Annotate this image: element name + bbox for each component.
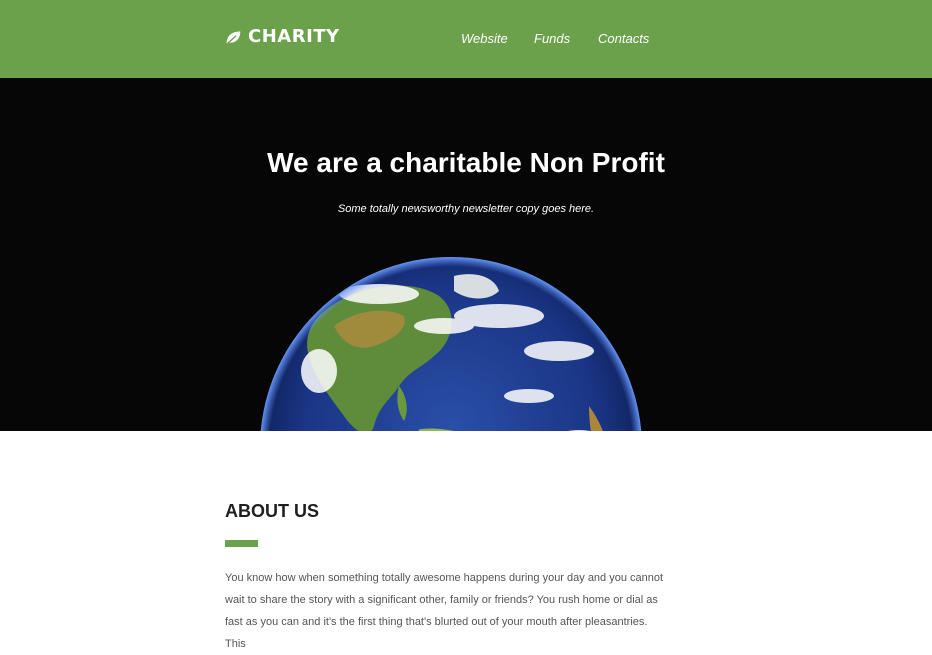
about-accent-bar — [225, 540, 258, 547]
header-bar: CHARITY Website Funds Contacts — [0, 0, 932, 78]
hero-section: We are a charitable Non Profit Some tota… — [0, 78, 932, 431]
about-body-text: You know how when something totally awes… — [225, 572, 664, 650]
about-heading: ABOUT US — [225, 501, 319, 521]
hero-subtitle: Some totally newsworthy newsletter copy … — [337, 203, 595, 215]
nav-link-website[interactable]: Website — [461, 31, 508, 47]
nav-menu: Website Funds Contacts — [0, 31, 932, 49]
nav-link-contacts[interactable]: Contacts — [598, 31, 649, 47]
about-section: ABOUT US You know how when something tot… — [225, 500, 665, 655]
earth-globe-image — [260, 257, 642, 431]
hero-title: We are a charitable Non Profit — [267, 147, 665, 178]
nav-link-funds[interactable]: Funds — [534, 31, 570, 47]
